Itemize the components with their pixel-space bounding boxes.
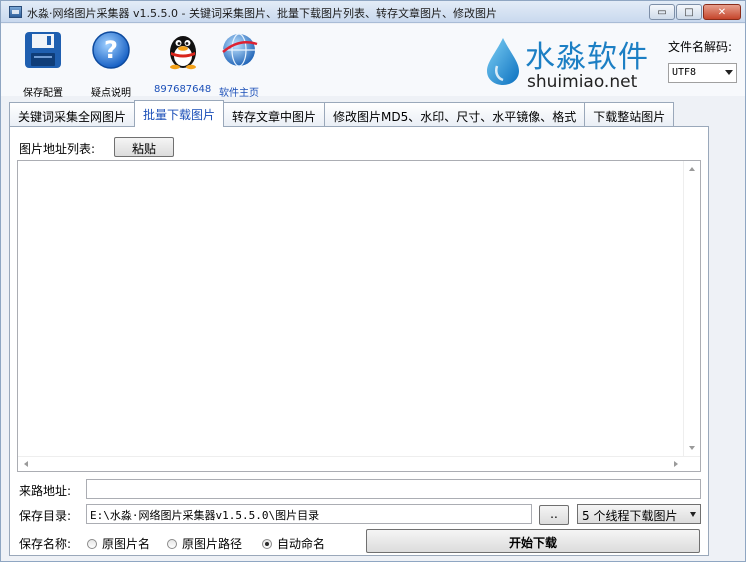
tab-article-images[interactable]: 转存文章中图片 [223,102,326,127]
radio-original-name-label: 原图片名 [102,537,151,551]
help-button[interactable]: ? 疑点说明 [91,30,131,99]
paste-button[interactable]: 粘贴 [114,137,174,157]
thread-count-value: 5 个线程下载图片 [582,509,678,523]
tab-batch-download[interactable]: 批量下载图片 [134,100,225,127]
radio-original-path-label: 原图片路径 [182,537,243,551]
qq-contact-button[interactable]: 897687648 [154,30,211,95]
question-mark-icon: ? [92,31,130,69]
window-title: 水淼·网络图片采集器 v1.5.5.0 - 关键词采集图片、批量下载图片列表、转… [27,7,497,20]
scroll-left-icon[interactable] [24,461,28,467]
save-dir-label: 保存目录: [19,509,72,523]
radio-auto-name[interactable]: 自动命名 [262,535,325,552]
tab-site-download[interactable]: 下载整站图片 [584,102,675,127]
chevron-down-icon [690,512,696,517]
referer-label: 来路地址: [19,484,72,498]
minimize-button[interactable]: ▭ [649,4,675,20]
encoding-label: 文件名解码: [668,40,733,54]
start-download-button[interactable]: 开始下载 [366,529,700,553]
image-list-label: 图片地址列表: [19,142,96,156]
image-url-list[interactable] [17,160,701,472]
encoding-select[interactable]: UTF8 [668,63,737,83]
svg-text:?: ? [104,36,118,64]
title-bar[interactable]: 水淼·网络图片采集器 v1.5.5.0 - 关键词采集图片、批量下载图片列表、转… [1,1,745,23]
referer-input[interactable] [86,479,701,499]
close-button[interactable]: ✕ [703,4,741,20]
brand-name-cn: 水淼软件 [525,40,649,75]
browse-button[interactable]: .. [539,505,569,525]
radio-original-name[interactable]: 原图片名 [87,535,150,552]
app-icon [9,6,22,18]
vertical-scrollbar[interactable] [683,161,700,456]
maximize-button[interactable]: □ [676,4,702,20]
qq-number-label: 897687648 [154,84,212,95]
qq-penguin-icon [169,36,196,70]
radio-dot [167,538,177,549]
radio-dot-selected [262,538,272,549]
save-name-label: 保存名称: [19,537,72,551]
tab-modify-images[interactable]: 修改图片MD5、水印、尺寸、水平镜像、格式 [324,102,586,127]
save-dir-input[interactable]: E:\水淼·网络图片采集器v1.5.5.0\图片目录 [86,504,532,524]
water-drop-icon [487,38,519,85]
horizontal-scrollbar[interactable] [18,456,700,471]
thread-count-select[interactable]: 5 个线程下载图片 [577,504,701,524]
tab-bar: 关键词采集全网图片 批量下载图片 转存文章中图片 修改图片MD5、水印、尺寸、水… [9,100,675,127]
radio-auto-name-label: 自动命名 [277,537,326,551]
globe-icon [222,33,258,67]
scroll-right-icon[interactable] [674,461,678,467]
chevron-down-icon [725,70,733,75]
floppy-disk-icon [25,32,61,68]
encoding-value: UTF8 [672,67,697,78]
toolbar: 保存配置 ? 疑点说明 897687648 软件主页 水淼软件 shuimiao… [1,24,745,99]
tab-keyword-collect[interactable]: 关键词采集全网图片 [9,102,136,127]
radio-original-path[interactable]: 原图片路径 [167,535,242,552]
save-config-label: 保存配置 [23,88,63,99]
save-config-button[interactable]: 保存配置 [23,30,63,99]
homepage-label: 软件主页 [219,88,259,99]
brand-logo: 水淼软件 shuimiao.net [481,30,661,92]
help-label: 疑点说明 [91,88,131,99]
scroll-down-icon[interactable] [689,446,695,450]
app-window: 水淼·网络图片采集器 v1.5.5.0 - 关键词采集图片、批量下载图片列表、转… [0,0,746,562]
radio-dot [87,538,97,549]
window-controls: ▭ □ ✕ [649,4,741,20]
brand-name-en: shuimiao.net [527,72,638,92]
scroll-up-icon[interactable] [689,167,695,171]
homepage-button[interactable]: 软件主页 [219,30,259,99]
